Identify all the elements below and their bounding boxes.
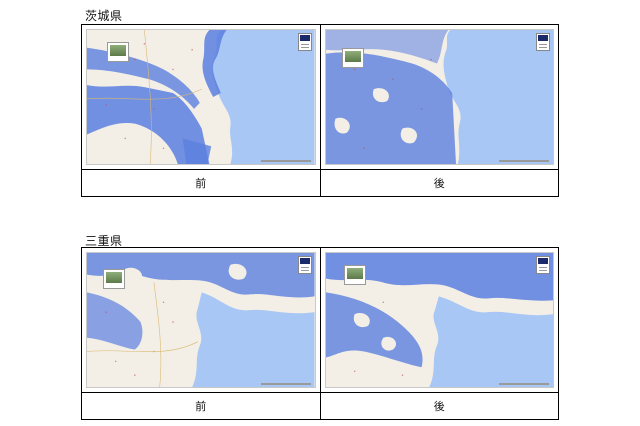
before-map-cell <box>81 24 321 170</box>
coverage-map-before[interactable] <box>86 252 316 388</box>
map-legend-icon <box>536 256 550 274</box>
coverage-map-after[interactable] <box>324 252 554 388</box>
map-attribution-bar <box>260 383 311 385</box>
map-attribution-bar <box>260 160 311 162</box>
thumbnail-icon <box>103 269 125 289</box>
comparison-table-mie: 前 後 <box>81 247 559 420</box>
coverage-map-before[interactable] <box>86 29 316 165</box>
before-label: 前 <box>81 169 321 197</box>
map-attribution-bar <box>499 383 549 385</box>
section-title-ibaraki: 茨城県 <box>85 9 123 23</box>
thumbnail-icon <box>107 42 129 62</box>
map-legend-icon <box>536 33 550 51</box>
after-map-cell <box>319 247 559 393</box>
thumbnail-icon <box>341 48 364 68</box>
after-label: 後 <box>319 392 559 420</box>
after-label: 後 <box>319 169 559 197</box>
before-label: 前 <box>81 392 321 420</box>
after-map-cell <box>319 24 559 170</box>
coverage-map-after[interactable] <box>324 29 554 165</box>
map-legend-icon <box>297 256 312 274</box>
map-legend-icon <box>297 33 312 51</box>
thumbnail-icon <box>343 265 366 285</box>
map-attribution-bar <box>499 160 549 162</box>
comparison-table-ibaraki: 前 後 <box>81 24 559 197</box>
before-map-cell <box>81 247 321 393</box>
